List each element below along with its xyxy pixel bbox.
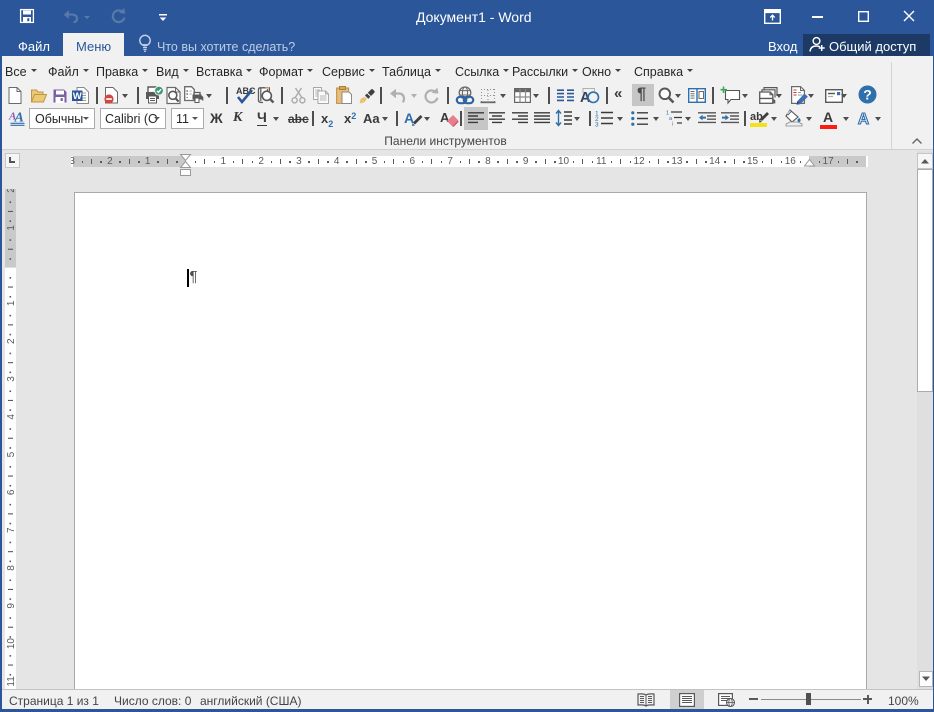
- svg-text:A: A: [440, 110, 450, 125]
- svg-text:10: 10: [6, 638, 16, 650]
- svg-text:3: 3: [595, 122, 599, 129]
- svg-text:3: 3: [6, 376, 16, 382]
- svg-text:8: 8: [6, 565, 16, 571]
- svg-text:4: 4: [6, 414, 16, 420]
- svg-text:2: 2: [6, 189, 16, 193]
- svg-text:i: i: [672, 122, 673, 128]
- svg-text:1: 1: [6, 300, 16, 306]
- svg-text:5: 5: [6, 451, 16, 457]
- svg-text:11: 11: [6, 676, 16, 687]
- svg-text:7: 7: [6, 527, 16, 533]
- svg-text:9: 9: [6, 603, 16, 609]
- svg-text:W: W: [73, 91, 82, 102]
- svg-text:?: ?: [863, 87, 872, 103]
- svg-text:ABC: ABC: [236, 86, 256, 96]
- svg-text:2: 2: [6, 338, 16, 344]
- svg-text:1: 1: [6, 225, 16, 231]
- svg-text:6: 6: [6, 489, 16, 495]
- svg-text:A: A: [858, 111, 869, 128]
- svg-text:A: A: [580, 90, 591, 106]
